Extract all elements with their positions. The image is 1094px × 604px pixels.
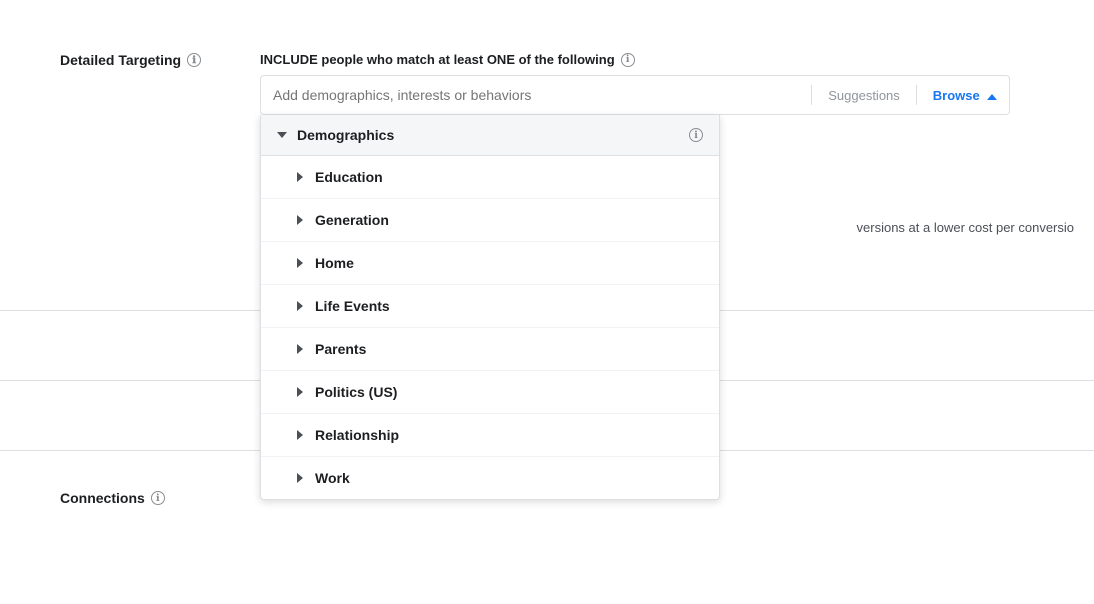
detailed-targeting-info-icon[interactable]: ℹ <box>187 53 201 67</box>
browse-caret-up-icon <box>987 94 997 100</box>
dropdown-item-work[interactable]: Work <box>261 457 719 499</box>
targeting-content: INCLUDE people who match at least ONE of… <box>260 40 1034 115</box>
demographics-header-label: Demographics <box>297 127 679 143</box>
politics-chevron-right-icon <box>297 387 303 397</box>
politics-label: Politics (US) <box>315 384 397 400</box>
connections-row: Connections ℹ <box>60 490 165 506</box>
connections-label: Connections <box>60 490 145 506</box>
dropdown-item-education[interactable]: Education <box>261 156 719 199</box>
work-chevron-right-icon <box>297 473 303 483</box>
home-chevron-right-icon <box>297 258 303 268</box>
work-label: Work <box>315 470 350 486</box>
dropdown-item-home[interactable]: Home <box>261 242 719 285</box>
home-label: Home <box>315 255 354 271</box>
right-side-text: versions at a lower cost per conversio <box>857 220 1094 235</box>
browse-divider <box>916 85 917 105</box>
browse-label: Browse <box>933 88 980 103</box>
life-events-chevron-right-icon <box>297 301 303 311</box>
section-label: Detailed Targeting ℹ <box>60 40 260 68</box>
life-events-label: Life Events <box>315 298 390 314</box>
dropdown-item-generation[interactable]: Generation <box>261 199 719 242</box>
education-chevron-right-icon <box>297 172 303 182</box>
relationship-label: Relationship <box>315 427 399 443</box>
parents-chevron-right-icon <box>297 344 303 354</box>
generation-label: Generation <box>315 212 389 228</box>
demographics-info-icon[interactable]: ℹ <box>689 128 703 142</box>
search-input[interactable] <box>261 87 807 103</box>
search-divider <box>811 85 812 105</box>
browse-button[interactable]: Browse <box>921 88 1009 103</box>
dropdown-item-politics[interactable]: Politics (US) <box>261 371 719 414</box>
search-bar: Suggestions Browse <box>260 75 1010 115</box>
generation-chevron-right-icon <box>297 215 303 225</box>
dropdown-item-relationship[interactable]: Relationship <box>261 414 719 457</box>
demographics-chevron-down-icon[interactable] <box>277 132 287 138</box>
suggestions-button[interactable]: Suggestions <box>816 88 912 103</box>
dropdown-item-life-events[interactable]: Life Events <box>261 285 719 328</box>
page-wrapper: Detailed Targeting ℹ INCLUDE people who … <box>0 0 1094 604</box>
dropdown-item-parents[interactable]: Parents <box>261 328 719 371</box>
education-label: Education <box>315 169 383 185</box>
include-info-icon[interactable]: ℹ <box>621 53 635 67</box>
detailed-targeting-label: Detailed Targeting <box>60 52 181 68</box>
targeting-row: Detailed Targeting ℹ INCLUDE people who … <box>60 40 1034 115</box>
parents-label: Parents <box>315 341 366 357</box>
connections-info-icon[interactable]: ℹ <box>151 491 165 505</box>
dropdown-menu: Demographics ℹ Education Generation Home <box>260 115 720 500</box>
include-label: INCLUDE people who match at least ONE of… <box>260 40 1034 67</box>
relationship-chevron-right-icon <box>297 430 303 440</box>
dropdown-header[interactable]: Demographics ℹ <box>261 115 719 156</box>
include-text: INCLUDE people who match at least ONE of… <box>260 52 615 67</box>
